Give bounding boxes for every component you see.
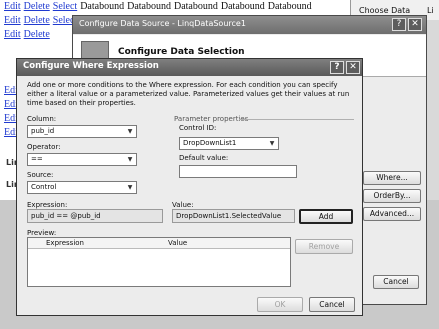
control-id-dropdown[interactable]: DropDownList1 ▼ bbox=[179, 137, 279, 150]
control-id-value: DropDownList1 bbox=[183, 139, 237, 147]
column-header-expression[interactable]: Expression bbox=[46, 239, 84, 247]
column-label: Column: bbox=[27, 115, 57, 123]
delete-link[interactable]: Delete bbox=[24, 1, 50, 12]
orderby-button[interactable]: OrderBy... bbox=[363, 189, 421, 203]
grid-cell: Databound bbox=[127, 1, 171, 12]
where-button[interactable]: Where... bbox=[363, 171, 421, 185]
expression-label: Expression: bbox=[27, 201, 68, 209]
value-field: DropDownList1.SelectedValue bbox=[172, 209, 295, 223]
grid-cell: Databound bbox=[173, 1, 218, 12]
edit-link[interactable]: Edit bbox=[4, 1, 21, 12]
chevron-down-icon: ▼ bbox=[269, 140, 275, 147]
close-icon[interactable]: ✕ bbox=[346, 61, 360, 74]
delete-link[interactable]: Delete bbox=[24, 15, 50, 26]
dialog-title-bar: Configure Where Expression ? ✕ bbox=[17, 59, 362, 76]
control-id-label: Control ID: bbox=[179, 124, 217, 132]
chevron-down-icon: ▼ bbox=[127, 184, 133, 191]
grid-row: Edit Delete Select Databound Databound Databo… bbox=[4, 1, 315, 13]
window-title-bar: Configure Data Source - LinqDataSource1 … bbox=[73, 16, 426, 34]
remove-button[interactable]: Remove bbox=[295, 239, 353, 254]
select-link[interactable]: Select bbox=[53, 1, 77, 12]
help-icon[interactable]: ? bbox=[392, 18, 406, 31]
column-value: pub_id bbox=[31, 127, 55, 135]
chevron-down-icon: ▼ bbox=[127, 128, 133, 135]
intro-text: Add one or more conditions to the Where … bbox=[27, 81, 350, 107]
preview-label: Preview: bbox=[27, 229, 57, 237]
edit-link[interactable]: Edit bbox=[4, 29, 21, 40]
edit-link[interactable]: Edit bbox=[4, 15, 21, 26]
source-dropdown[interactable]: Control ▼ bbox=[27, 181, 137, 194]
help-icon[interactable]: ? bbox=[330, 61, 344, 74]
default-value-label: Default value: bbox=[179, 154, 229, 162]
grid-cell: Databound bbox=[267, 1, 312, 12]
value-label: Value: bbox=[172, 201, 194, 209]
window-title: Configure Data Source - LinqDataSource1 bbox=[79, 19, 246, 28]
configure-where-dialog: Configure Where Expression ? ✕ Add one o… bbox=[16, 58, 363, 316]
data-source-value: Li bbox=[427, 6, 434, 15]
default-value-input[interactable] bbox=[179, 165, 297, 178]
grid-row: Edit Delete Select bbox=[4, 15, 80, 27]
preview-header: Expression Value bbox=[28, 238, 290, 249]
cancel-button[interactable]: Cancel bbox=[309, 297, 355, 312]
delete-link[interactable]: Delete bbox=[24, 29, 50, 40]
ok-button[interactable]: OK bbox=[257, 297, 303, 312]
grid-row: Edit Delete bbox=[4, 29, 53, 41]
grid-cell: Databound bbox=[80, 1, 125, 12]
parameter-properties-label: Parameter properties bbox=[174, 115, 249, 123]
wizard-step-title: Configure Data Selection bbox=[118, 47, 245, 57]
column-header-value[interactable]: Value bbox=[168, 239, 187, 247]
group-divider bbox=[239, 119, 354, 120]
advanced-button[interactable]: Advanced... bbox=[363, 207, 421, 221]
cancel-button[interactable]: Cancel bbox=[373, 275, 419, 289]
add-button[interactable]: Add bbox=[299, 209, 353, 224]
preview-list[interactable]: Expression Value bbox=[27, 237, 291, 287]
operator-dropdown[interactable]: == ▼ bbox=[27, 153, 137, 166]
grid-cell: Databound bbox=[220, 1, 265, 12]
operator-value: == bbox=[31, 155, 43, 163]
dialog-title: Configure Where Expression bbox=[23, 61, 159, 71]
column-dropdown[interactable]: pub_id ▼ bbox=[27, 125, 137, 138]
close-icon[interactable]: ✕ bbox=[408, 18, 422, 31]
source-value: Control bbox=[31, 183, 57, 191]
expression-field: pub_id == @pub_id bbox=[27, 209, 163, 223]
operator-label: Operator: bbox=[27, 143, 61, 151]
source-label: Source: bbox=[27, 171, 54, 179]
chevron-down-icon: ▼ bbox=[127, 156, 133, 163]
